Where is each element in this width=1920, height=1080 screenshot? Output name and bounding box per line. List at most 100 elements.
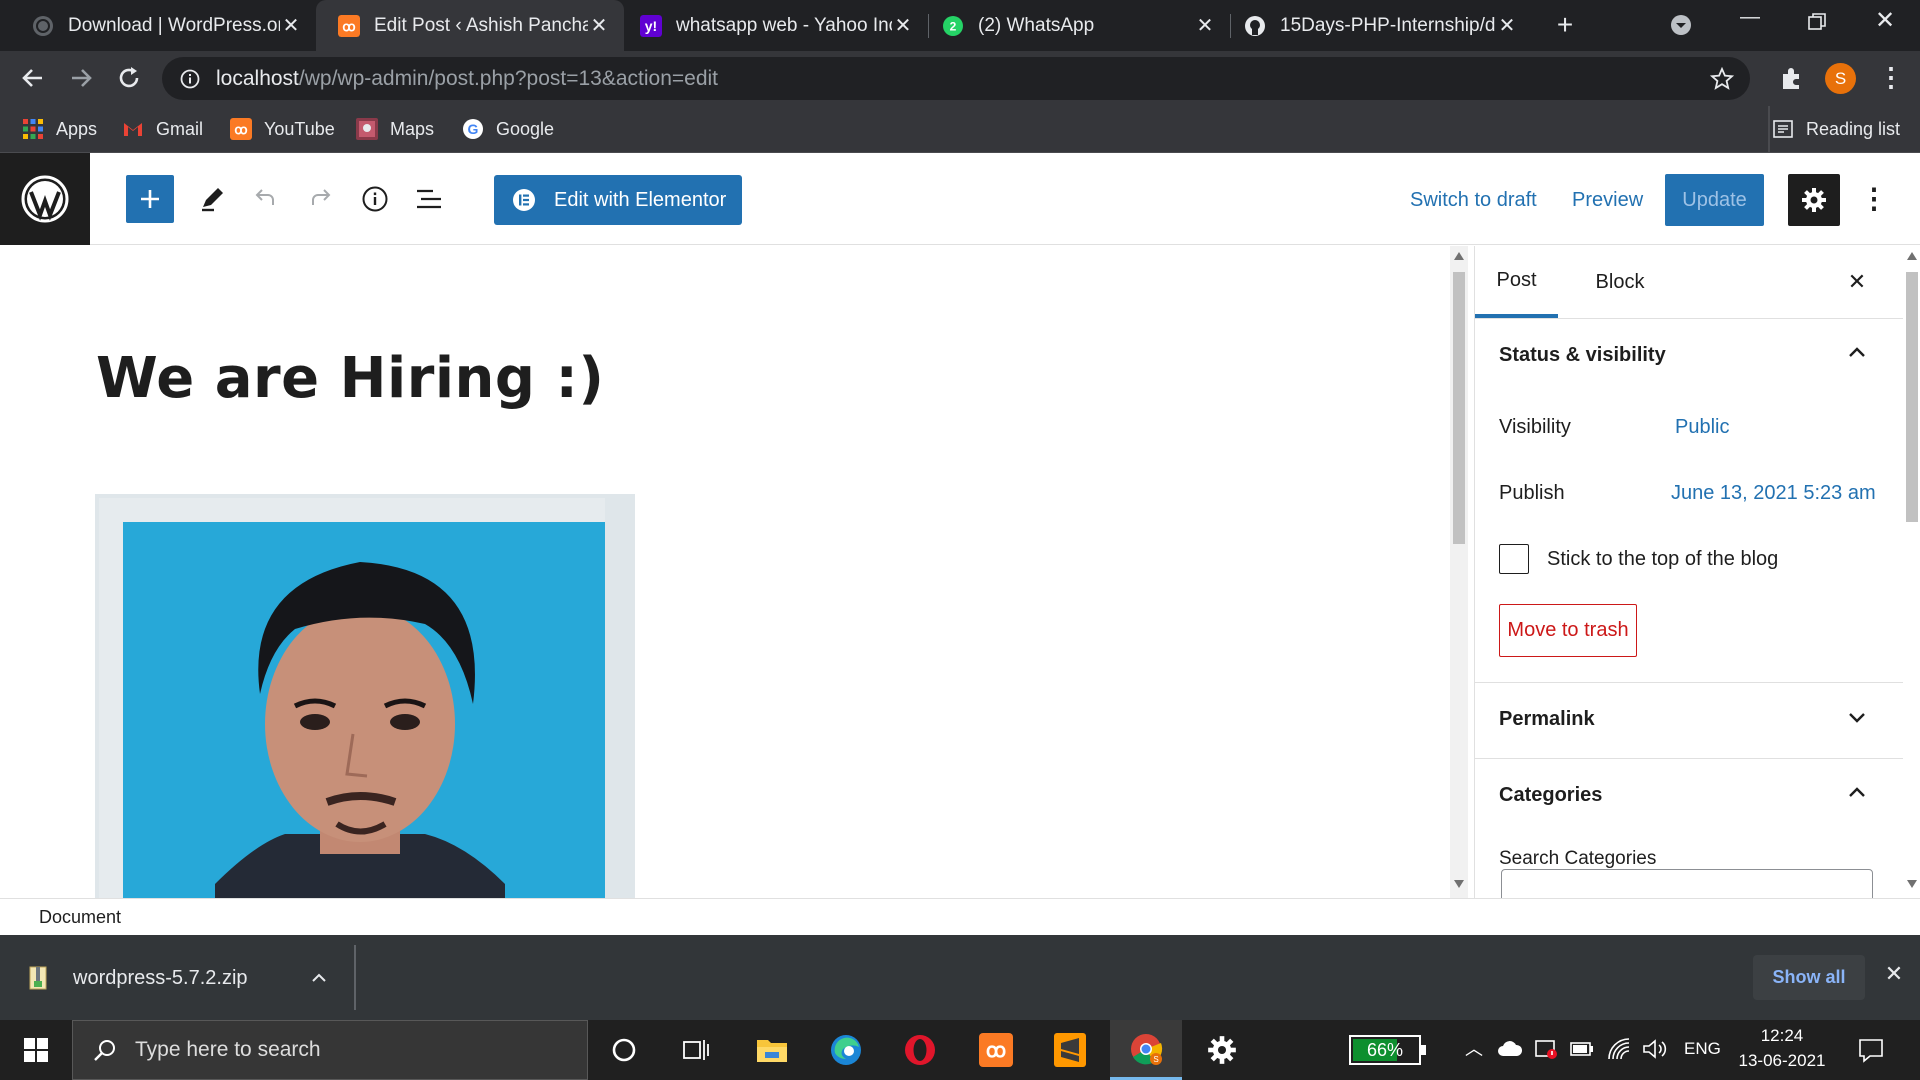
chevron-up-icon[interactable] (312, 973, 326, 982)
tab-whatsapp[interactable]: 2 (2) WhatsApp ✕ (928, 0, 1230, 51)
input-language[interactable]: ENG (1684, 1039, 1721, 1059)
move-to-trash-button[interactable]: Move to trash (1499, 604, 1637, 657)
svg-text:G: G (468, 121, 479, 137)
clock[interactable]: 12:24 13-06-2021 (1734, 1024, 1830, 1076)
tab-post[interactable]: Post (1475, 246, 1558, 318)
visibility-value-link[interactable]: Public (1675, 416, 1729, 439)
taskbar-opera[interactable] (884, 1020, 956, 1080)
taskbar-search-box[interactable]: Type here to search (72, 1020, 588, 1080)
edit-with-elementor-button[interactable]: Edit with Elementor (494, 175, 742, 225)
minimize-icon[interactable]: — (1735, 6, 1765, 42)
zip-file-icon (29, 966, 47, 990)
switch-to-draft-button[interactable]: Switch to draft (1410, 175, 1537, 225)
elementor-label: Edit with Elementor (554, 188, 727, 211)
scroll-down-arrow-icon[interactable] (1454, 880, 1464, 888)
bookmark-star-icon[interactable] (1710, 67, 1734, 91)
restore-window-icon[interactable] (1808, 13, 1826, 31)
post-image-block[interactable] (95, 494, 635, 898)
taskbar-chrome[interactable]: S (1110, 1020, 1182, 1080)
sidebar-scrollbar[interactable] (1903, 246, 1920, 898)
onedrive-cloud-icon[interactable] (1497, 1040, 1523, 1058)
download-item[interactable]: wordpress-5.7.2.zip (0, 935, 354, 1020)
editor-scroll-thumb[interactable] (1453, 272, 1465, 544)
close-tab-icon[interactable]: ✕ (1496, 13, 1518, 38)
reload-icon[interactable] (116, 65, 142, 91)
extensions-puzzle-icon[interactable] (1779, 65, 1805, 91)
taskbar-sublime-text[interactable] (1034, 1020, 1106, 1080)
new-tab-button[interactable]: + (1550, 8, 1580, 42)
publish-date-link[interactable]: June 13, 2021 5:23 am (1671, 482, 1876, 505)
taskbar-xampp[interactable]: ꝏ (960, 1020, 1032, 1080)
bookmark-apps[interactable]: Apps (22, 106, 97, 152)
close-download-bar-icon[interactable]: ✕ (1880, 961, 1908, 993)
cortana-button[interactable] (588, 1020, 660, 1080)
start-button[interactable] (0, 1020, 72, 1080)
profile-avatar[interactable]: S (1825, 63, 1856, 94)
preview-button[interactable]: Preview (1572, 175, 1643, 225)
categories-panel-toggle[interactable]: Categories (1475, 759, 1895, 831)
close-tab-icon[interactable]: ✕ (892, 13, 914, 38)
reading-list-button[interactable]: Reading list (1772, 106, 1900, 152)
editor-scrollbar[interactable] (1450, 246, 1468, 898)
close-tab-icon[interactable]: ✕ (280, 13, 302, 38)
close-window-icon[interactable]: ✕ (1868, 6, 1902, 42)
details-button[interactable] (351, 175, 399, 223)
site-info-icon[interactable] (180, 69, 200, 89)
settings-button[interactable] (1788, 174, 1840, 226)
task-view-button[interactable] (660, 1020, 732, 1080)
tab-edit-post[interactable]: ꝏ Edit Post ‹ Ashish Panchal ✕ (316, 0, 624, 51)
bookmark-label: Gmail (156, 118, 204, 139)
show-hidden-icons-chevron-icon[interactable]: ︿ (1462, 1035, 1486, 1065)
close-tab-icon[interactable]: ✕ (588, 13, 610, 38)
taskbar-edge[interactable] (810, 1020, 882, 1080)
battery-status-icon[interactable] (1570, 1040, 1594, 1058)
more-options-icon[interactable]: ⋮ (1860, 175, 1888, 225)
tab-github[interactable]: 15Days-PHP-Internship/d ✕ (1230, 0, 1532, 51)
bookmark-gmail[interactable]: Gmail (122, 106, 203, 152)
xampp-icon: ꝏ (979, 1033, 1013, 1067)
tab-yahoo[interactable]: y! whatsapp web - Yahoo Inc ✕ (624, 0, 928, 51)
permalink-panel-toggle[interactable]: Permalink (1475, 683, 1895, 755)
url-bar[interactable]: localhost/wp/wp-admin/post.php?post=13&a… (162, 57, 1750, 100)
browser-tab-strip: Download | WordPress.org ✕ ꝏ Edit Post ‹… (0, 0, 1920, 51)
update-button[interactable]: Update (1665, 174, 1764, 226)
taskbar-settings[interactable] (1186, 1020, 1258, 1080)
bookmark-youtube[interactable]: ꝏ YouTube (230, 106, 335, 152)
bookmark-maps[interactable]: Maps (356, 106, 434, 152)
status-visibility-panel-toggle[interactable]: Status & visibility (1475, 319, 1895, 391)
scroll-up-arrow-icon[interactable] (1454, 252, 1464, 260)
panel-title: Permalink (1499, 707, 1595, 730)
tab-wordpress-download[interactable]: Download | WordPress.org ✕ (0, 0, 316, 51)
sticky-checkbox[interactable] (1499, 544, 1529, 574)
breadcrumb-document[interactable]: Document (39, 907, 121, 928)
sidebar-scroll-thumb[interactable] (1906, 272, 1918, 522)
add-block-button[interactable] (126, 175, 174, 223)
notification-center-icon[interactable] (1858, 1037, 1884, 1063)
battery-indicator[interactable]: 66% (1349, 1035, 1426, 1065)
browser-menu-icon[interactable]: ⋮ (1878, 61, 1904, 95)
wifi-icon[interactable] (1607, 1037, 1631, 1061)
search-icon (94, 1040, 115, 1061)
show-all-downloads-button[interactable]: Show all (1753, 955, 1865, 1000)
close-sidebar-icon[interactable]: ✕ (1839, 264, 1875, 300)
security-alert-icon[interactable] (1534, 1038, 1558, 1060)
redo-button[interactable] (296, 175, 344, 223)
back-arrow-icon[interactable] (20, 65, 46, 91)
post-title[interactable]: We are Hiring :) (96, 346, 604, 411)
github-icon (1245, 15, 1265, 36)
speaker-volume-icon[interactable] (1642, 1038, 1668, 1060)
scroll-up-arrow-icon[interactable] (1907, 252, 1917, 260)
bookmark-google[interactable]: G Google (462, 106, 554, 152)
taskbar-file-explorer[interactable] (736, 1020, 808, 1080)
svg-text:ꝏ: ꝏ (986, 1040, 1006, 1062)
list-view-button[interactable] (405, 175, 453, 223)
scroll-down-arrow-icon[interactable] (1907, 880, 1917, 888)
tab-search-icon[interactable] (1670, 14, 1692, 36)
tab-block[interactable]: Block (1575, 246, 1665, 318)
close-tab-icon[interactable]: ✕ (1194, 13, 1216, 38)
undo-button[interactable] (242, 175, 290, 223)
forward-arrow-icon[interactable] (68, 65, 94, 91)
wordpress-logo-button[interactable] (0, 153, 90, 245)
edit-tools-button[interactable] (188, 175, 236, 223)
panel-title: Categories (1499, 783, 1603, 806)
